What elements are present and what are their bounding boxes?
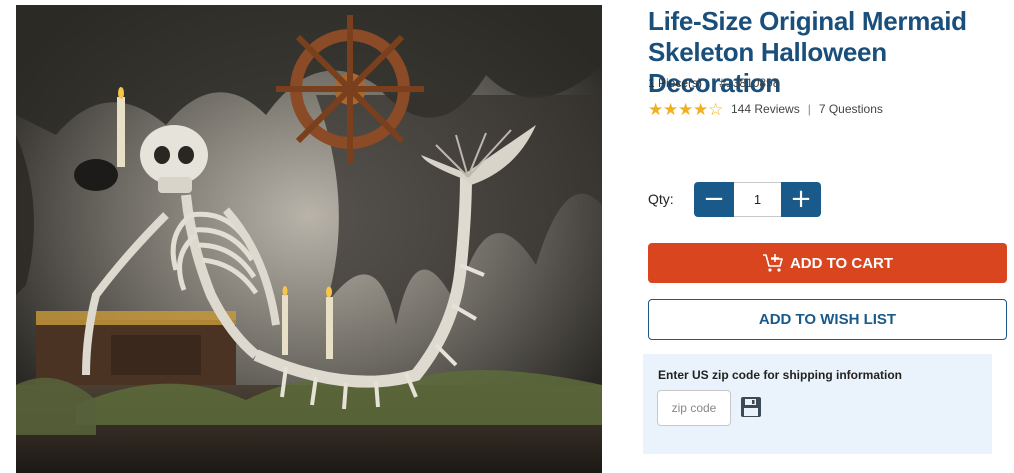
rating-row: ★ ★ ★ ★ ☆ 144 Reviews | 7 Questions xyxy=(648,100,883,118)
qty-decrement-button[interactable]: − xyxy=(694,182,734,217)
product-meta: 1 Piece(s) #13810898 xyxy=(648,76,779,90)
product-image[interactable] xyxy=(16,5,602,473)
rating-separator: | xyxy=(807,102,811,116)
qty-input[interactable] xyxy=(734,182,781,217)
star-full-icon: ★ xyxy=(663,99,679,119)
qty-increment-button[interactable]: + xyxy=(781,182,821,217)
qty-label: Qty: xyxy=(648,191,674,207)
star-full-icon: ★ xyxy=(648,99,664,119)
star-full-icon: ★ xyxy=(693,99,709,119)
star-full-icon: ★ xyxy=(678,99,694,119)
star-rating[interactable]: ★ ★ ★ ★ ☆ xyxy=(648,101,723,118)
add-to-cart-label: ADD TO CART xyxy=(789,254,894,272)
star-half-icon: ☆ xyxy=(708,99,724,119)
shipping-title: Enter US zip code for shipping informati… xyxy=(658,368,903,382)
save-icon[interactable] xyxy=(740,396,762,418)
mermaid-skeleton-photo xyxy=(16,5,602,473)
zip-code-input[interactable] xyxy=(657,390,731,426)
questions-link[interactable]: 7 Questions xyxy=(819,102,883,116)
add-to-wish-list-button[interactable]: ADD TO WISH LIST xyxy=(648,299,1007,340)
cart-add-icon xyxy=(762,254,783,272)
shipping-info-panel: Enter US zip code for shipping informati… xyxy=(643,354,992,454)
reviews-link[interactable]: 144 Reviews xyxy=(731,102,800,116)
quantity-unit: 1 Piece(s) xyxy=(648,76,703,90)
product-sku: #13810898 xyxy=(719,76,780,90)
add-to-cart-button[interactable]: ADD TO CART xyxy=(648,243,1007,283)
